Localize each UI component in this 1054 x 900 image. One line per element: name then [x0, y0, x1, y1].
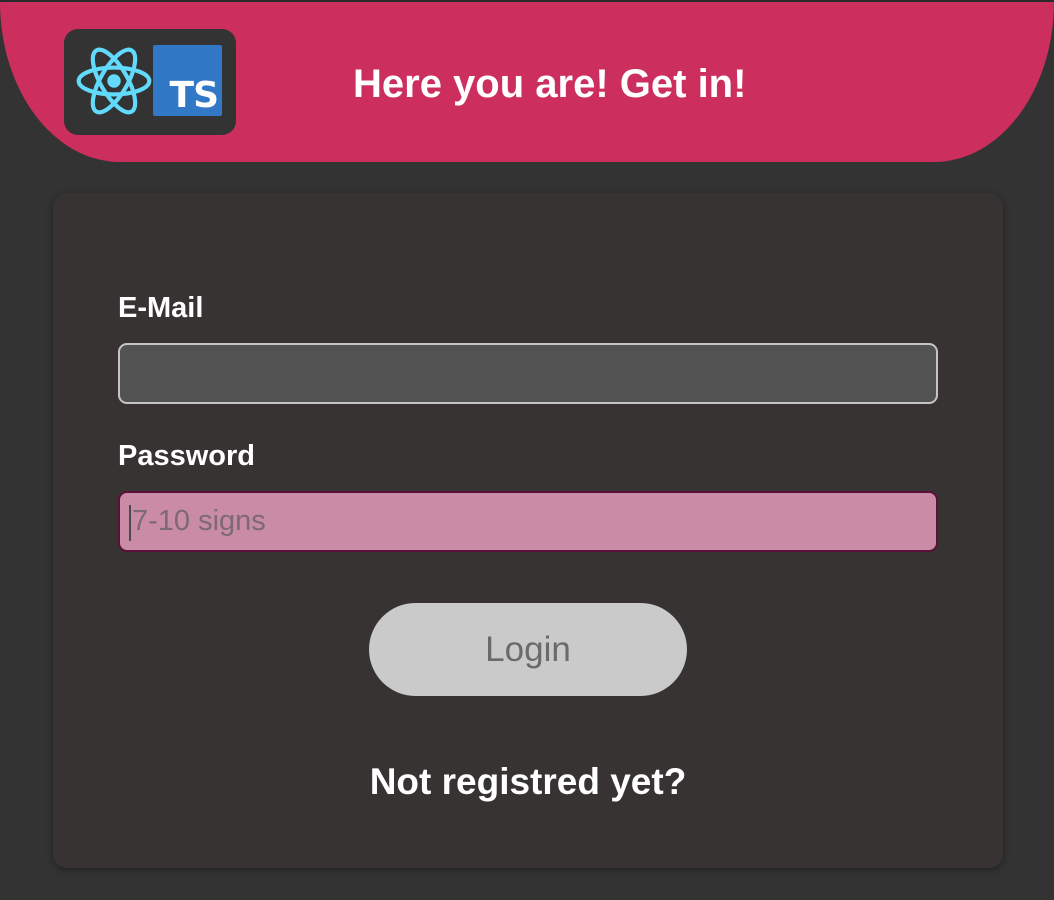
text-cursor [129, 505, 131, 541]
app-header: TS Here you are! Get in! [0, 2, 1054, 162]
login-button[interactable]: Login [369, 603, 687, 696]
email-field[interactable] [118, 343, 938, 404]
app-logo: TS [64, 29, 236, 135]
email-label: E-Mail [118, 292, 204, 324]
login-card: E-Mail Password Login Not registred yet? [53, 193, 1003, 868]
typescript-icon: TS [153, 45, 222, 116]
password-label: Password [118, 440, 255, 472]
register-link[interactable]: Not registred yet? [53, 761, 1003, 803]
page-title: Here you are! Get in! [353, 62, 747, 106]
react-icon [76, 47, 152, 115]
password-field[interactable] [118, 491, 938, 552]
typescript-icon-text: TS [169, 75, 219, 116]
